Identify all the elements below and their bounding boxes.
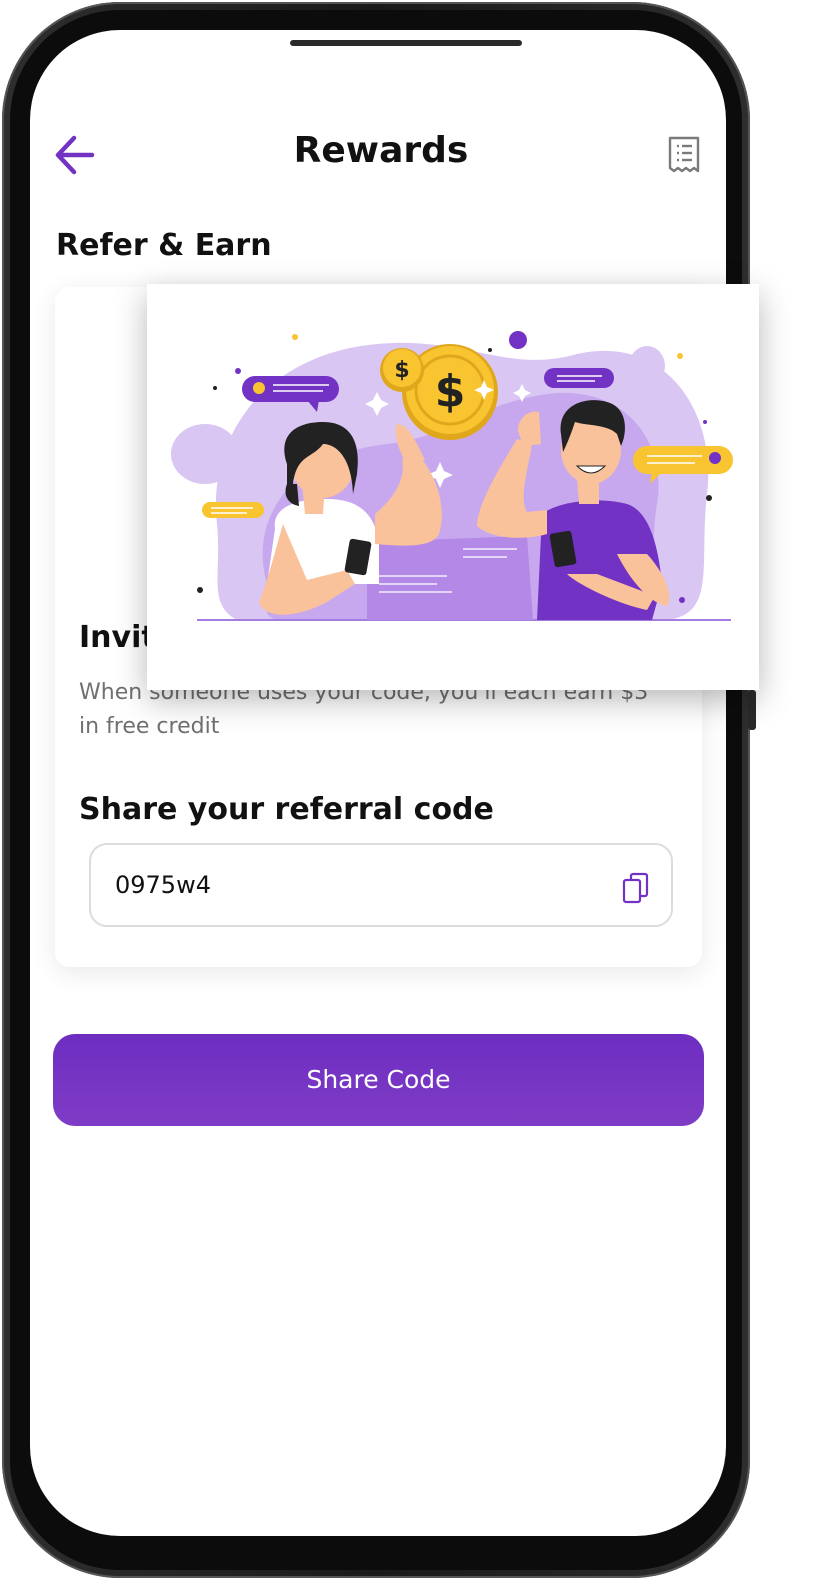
page-title: Rewards <box>293 130 469 171</box>
svg-text:$: $ <box>394 358 409 383</box>
referral-illustration: $ $ <box>147 284 759 690</box>
phone-speaker <box>290 40 522 46</box>
people-high-five-illustration: $ $ <box>171 331 733 621</box>
share-code-button[interactable]: Share Code <box>53 1034 704 1126</box>
referral-code-value: 0975w4 <box>115 871 211 899</box>
referral-code-title: Share your referral code <box>79 792 494 827</box>
copy-button[interactable] <box>621 871 651 905</box>
history-button[interactable] <box>666 135 702 175</box>
copy-icon <box>622 872 649 904</box>
svg-text:$: $ <box>435 366 466 417</box>
phone-side-button <box>748 690 756 730</box>
section-title: Refer & Earn <box>56 228 272 263</box>
referral-code-field[interactable]: 0975w4 <box>89 843 673 927</box>
receipt-icon <box>668 136 700 173</box>
